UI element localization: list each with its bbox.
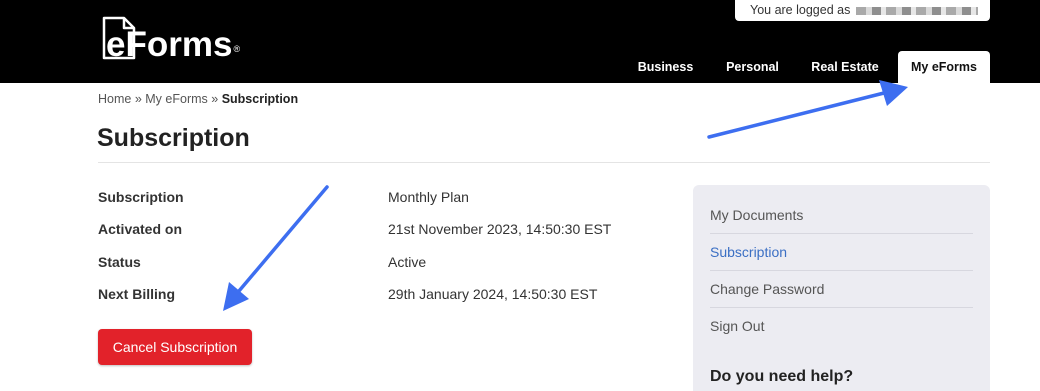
page-title: Subscription: [97, 124, 250, 152]
nav-personal[interactable]: Personal: [714, 51, 791, 83]
breadcrumb-my-eforms[interactable]: My eForms: [145, 92, 208, 106]
login-text: You are logged as: [750, 3, 851, 17]
logo-text: eForms®: [106, 25, 241, 64]
title-divider: [98, 162, 990, 163]
breadcrumb-separator: »: [134, 92, 142, 106]
annotation-arrow-icon: [707, 80, 908, 139]
detail-label-status: Status: [98, 254, 141, 270]
account-sidebar: My Documents Subscription Change Passwor…: [693, 185, 990, 391]
breadcrumb-home[interactable]: Home: [98, 92, 131, 106]
detail-label-next-billing: Next Billing: [98, 286, 176, 302]
help-heading: Do you need help?: [710, 368, 854, 385]
detail-value-next-billing: 29th January 2024, 14:50:30 EST: [388, 286, 598, 302]
nav-business[interactable]: Business: [627, 51, 704, 83]
sidebar-item-my-documents[interactable]: My Documents: [710, 197, 973, 234]
annotation-arrow-icon: [223, 185, 329, 311]
sidebar-item-subscription[interactable]: Subscription: [710, 234, 973, 271]
cancel-subscription-button[interactable]: Cancel Subscription: [98, 329, 252, 365]
eforms-logo[interactable]: eForms®: [100, 14, 270, 66]
nav-real-estate[interactable]: Real Estate: [800, 51, 890, 83]
breadcrumb: Home » My eForms » Subscription: [98, 92, 298, 106]
breadcrumb-current: Subscription: [221, 92, 299, 106]
site-header: eForms® You are logged as Business Perso…: [0, 0, 1040, 83]
registered-mark: ®: [233, 44, 241, 54]
sidebar-item-sign-out[interactable]: Sign Out: [710, 308, 973, 345]
detail-value-status: Active: [388, 254, 427, 270]
sidebar-item-change-password[interactable]: Change Password: [710, 271, 973, 308]
blurred-username: [856, 6, 979, 15]
breadcrumb-separator: »: [211, 92, 219, 106]
detail-label-subscription: Subscription: [98, 189, 184, 205]
detail-value-subscription: Monthly Plan: [388, 189, 469, 205]
login-status: You are logged as: [735, 0, 990, 21]
nav-my-eforms[interactable]: My eForms: [898, 51, 990, 83]
detail-value-activated: 21st November 2023, 14:50:30 EST: [388, 221, 612, 237]
detail-label-activated: Activated on: [98, 221, 183, 237]
